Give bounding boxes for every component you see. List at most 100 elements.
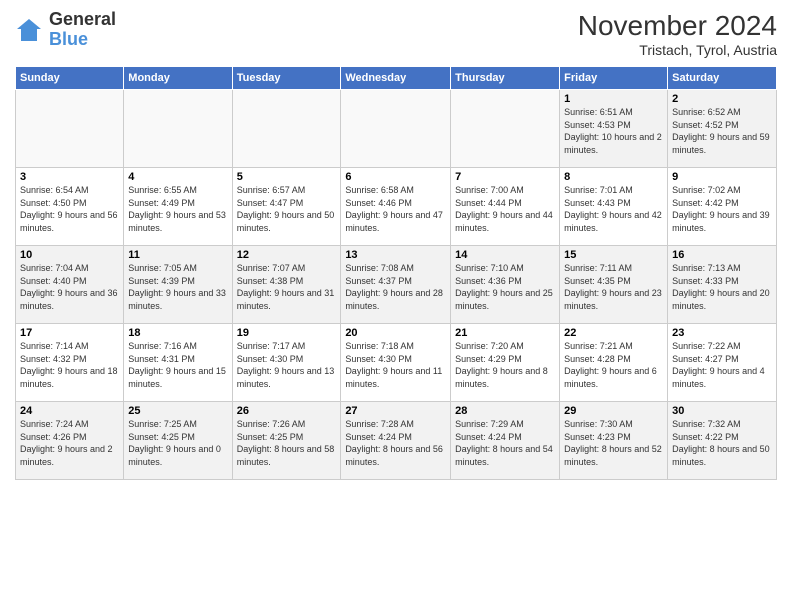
day-cell: 18Sunrise: 7:16 AMSunset: 4:31 PMDayligh…: [124, 324, 232, 402]
day-number: 18: [128, 327, 227, 339]
day-cell: [341, 90, 451, 168]
day-cell: 24Sunrise: 7:24 AMSunset: 4:26 PMDayligh…: [16, 402, 124, 480]
day-number: 24: [20, 405, 119, 417]
day-number: 21: [455, 327, 555, 339]
day-number: 22: [564, 327, 663, 339]
day-info: Sunrise: 7:22 AMSunset: 4:27 PMDaylight:…: [672, 340, 772, 390]
day-info: Sunrise: 6:55 AMSunset: 4:49 PMDaylight:…: [128, 184, 227, 234]
col-friday: Friday: [560, 67, 668, 90]
day-cell: [232, 90, 341, 168]
day-cell: 28Sunrise: 7:29 AMSunset: 4:24 PMDayligh…: [451, 402, 560, 480]
day-cell: 27Sunrise: 7:28 AMSunset: 4:24 PMDayligh…: [341, 402, 451, 480]
day-cell: 25Sunrise: 7:25 AMSunset: 4:25 PMDayligh…: [124, 402, 232, 480]
day-info: Sunrise: 6:54 AMSunset: 4:50 PMDaylight:…: [20, 184, 119, 234]
col-sunday: Sunday: [16, 67, 124, 90]
day-info: Sunrise: 7:13 AMSunset: 4:33 PMDaylight:…: [672, 262, 772, 312]
page: General Blue November 2024 Tristach, Tyr…: [0, 0, 792, 612]
day-number: 14: [455, 249, 555, 261]
day-cell: 22Sunrise: 7:21 AMSunset: 4:28 PMDayligh…: [560, 324, 668, 402]
calendar-header: Sunday Monday Tuesday Wednesday Thursday…: [16, 67, 777, 90]
day-cell: [124, 90, 232, 168]
col-monday: Monday: [124, 67, 232, 90]
day-info: Sunrise: 6:58 AMSunset: 4:46 PMDaylight:…: [345, 184, 446, 234]
day-info: Sunrise: 7:20 AMSunset: 4:29 PMDaylight:…: [455, 340, 555, 390]
day-info: Sunrise: 7:10 AMSunset: 4:36 PMDaylight:…: [455, 262, 555, 312]
day-cell: 21Sunrise: 7:20 AMSunset: 4:29 PMDayligh…: [451, 324, 560, 402]
day-number: 13: [345, 249, 446, 261]
day-info: Sunrise: 7:26 AMSunset: 4:25 PMDaylight:…: [237, 418, 337, 468]
day-info: Sunrise: 6:51 AMSunset: 4:53 PMDaylight:…: [564, 106, 663, 156]
day-info: Sunrise: 7:29 AMSunset: 4:24 PMDaylight:…: [455, 418, 555, 468]
week-row-1: 3Sunrise: 6:54 AMSunset: 4:50 PMDaylight…: [16, 168, 777, 246]
day-cell: 14Sunrise: 7:10 AMSunset: 4:36 PMDayligh…: [451, 246, 560, 324]
day-info: Sunrise: 7:18 AMSunset: 4:30 PMDaylight:…: [345, 340, 446, 390]
day-info: Sunrise: 7:24 AMSunset: 4:26 PMDaylight:…: [20, 418, 119, 468]
day-info: Sunrise: 7:07 AMSunset: 4:38 PMDaylight:…: [237, 262, 337, 312]
day-info: Sunrise: 7:21 AMSunset: 4:28 PMDaylight:…: [564, 340, 663, 390]
logo: General Blue: [15, 10, 116, 50]
day-number: 25: [128, 405, 227, 417]
day-number: 4: [128, 171, 227, 183]
header-row: Sunday Monday Tuesday Wednesday Thursday…: [16, 67, 777, 90]
day-number: 11: [128, 249, 227, 261]
day-number: 30: [672, 405, 772, 417]
day-number: 23: [672, 327, 772, 339]
day-info: Sunrise: 7:05 AMSunset: 4:39 PMDaylight:…: [128, 262, 227, 312]
day-number: 20: [345, 327, 446, 339]
day-cell: 15Sunrise: 7:11 AMSunset: 4:35 PMDayligh…: [560, 246, 668, 324]
day-info: Sunrise: 7:16 AMSunset: 4:31 PMDaylight:…: [128, 340, 227, 390]
col-saturday: Saturday: [668, 67, 777, 90]
day-number: 29: [564, 405, 663, 417]
day-cell: 7Sunrise: 7:00 AMSunset: 4:44 PMDaylight…: [451, 168, 560, 246]
day-cell: 9Sunrise: 7:02 AMSunset: 4:42 PMDaylight…: [668, 168, 777, 246]
day-cell: 2Sunrise: 6:52 AMSunset: 4:52 PMDaylight…: [668, 90, 777, 168]
day-info: Sunrise: 7:32 AMSunset: 4:22 PMDaylight:…: [672, 418, 772, 468]
day-number: 16: [672, 249, 772, 261]
day-info: Sunrise: 7:04 AMSunset: 4:40 PMDaylight:…: [20, 262, 119, 312]
day-cell: [451, 90, 560, 168]
day-info: Sunrise: 6:52 AMSunset: 4:52 PMDaylight:…: [672, 106, 772, 156]
day-info: Sunrise: 7:01 AMSunset: 4:43 PMDaylight:…: [564, 184, 663, 234]
day-cell: 3Sunrise: 6:54 AMSunset: 4:50 PMDaylight…: [16, 168, 124, 246]
day-cell: 11Sunrise: 7:05 AMSunset: 4:39 PMDayligh…: [124, 246, 232, 324]
day-number: 10: [20, 249, 119, 261]
day-info: Sunrise: 6:57 AMSunset: 4:47 PMDaylight:…: [237, 184, 337, 234]
logo-line1: General: [49, 9, 116, 29]
day-cell: 16Sunrise: 7:13 AMSunset: 4:33 PMDayligh…: [668, 246, 777, 324]
day-cell: 30Sunrise: 7:32 AMSunset: 4:22 PMDayligh…: [668, 402, 777, 480]
month-title: November 2024: [578, 10, 777, 42]
week-row-3: 17Sunrise: 7:14 AMSunset: 4:32 PMDayligh…: [16, 324, 777, 402]
day-cell: 20Sunrise: 7:18 AMSunset: 4:30 PMDayligh…: [341, 324, 451, 402]
day-info: Sunrise: 7:14 AMSunset: 4:32 PMDaylight:…: [20, 340, 119, 390]
day-number: 1: [564, 93, 663, 105]
day-number: 3: [20, 171, 119, 183]
title-block: November 2024 Tristach, Tyrol, Austria: [578, 10, 777, 58]
day-cell: 23Sunrise: 7:22 AMSunset: 4:27 PMDayligh…: [668, 324, 777, 402]
day-number: 19: [237, 327, 337, 339]
day-info: Sunrise: 7:25 AMSunset: 4:25 PMDaylight:…: [128, 418, 227, 468]
week-row-0: 1Sunrise: 6:51 AMSunset: 4:53 PMDaylight…: [16, 90, 777, 168]
week-row-4: 24Sunrise: 7:24 AMSunset: 4:26 PMDayligh…: [16, 402, 777, 480]
day-cell: 4Sunrise: 6:55 AMSunset: 4:49 PMDaylight…: [124, 168, 232, 246]
calendar: Sunday Monday Tuesday Wednesday Thursday…: [15, 66, 777, 480]
day-number: 17: [20, 327, 119, 339]
col-thursday: Thursday: [451, 67, 560, 90]
day-number: 9: [672, 171, 772, 183]
day-info: Sunrise: 7:08 AMSunset: 4:37 PMDaylight:…: [345, 262, 446, 312]
header: General Blue November 2024 Tristach, Tyr…: [15, 10, 777, 58]
day-info: Sunrise: 7:30 AMSunset: 4:23 PMDaylight:…: [564, 418, 663, 468]
day-cell: 1Sunrise: 6:51 AMSunset: 4:53 PMDaylight…: [560, 90, 668, 168]
day-cell: 19Sunrise: 7:17 AMSunset: 4:30 PMDayligh…: [232, 324, 341, 402]
day-info: Sunrise: 7:17 AMSunset: 4:30 PMDaylight:…: [237, 340, 337, 390]
day-number: 8: [564, 171, 663, 183]
day-number: 26: [237, 405, 337, 417]
week-row-2: 10Sunrise: 7:04 AMSunset: 4:40 PMDayligh…: [16, 246, 777, 324]
day-number: 28: [455, 405, 555, 417]
day-info: Sunrise: 7:28 AMSunset: 4:24 PMDaylight:…: [345, 418, 446, 468]
logo-line2: Blue: [49, 29, 88, 49]
day-cell: 26Sunrise: 7:26 AMSunset: 4:25 PMDayligh…: [232, 402, 341, 480]
day-cell: [16, 90, 124, 168]
day-info: Sunrise: 7:00 AMSunset: 4:44 PMDaylight:…: [455, 184, 555, 234]
calendar-body: 1Sunrise: 6:51 AMSunset: 4:53 PMDaylight…: [16, 90, 777, 480]
day-number: 5: [237, 171, 337, 183]
